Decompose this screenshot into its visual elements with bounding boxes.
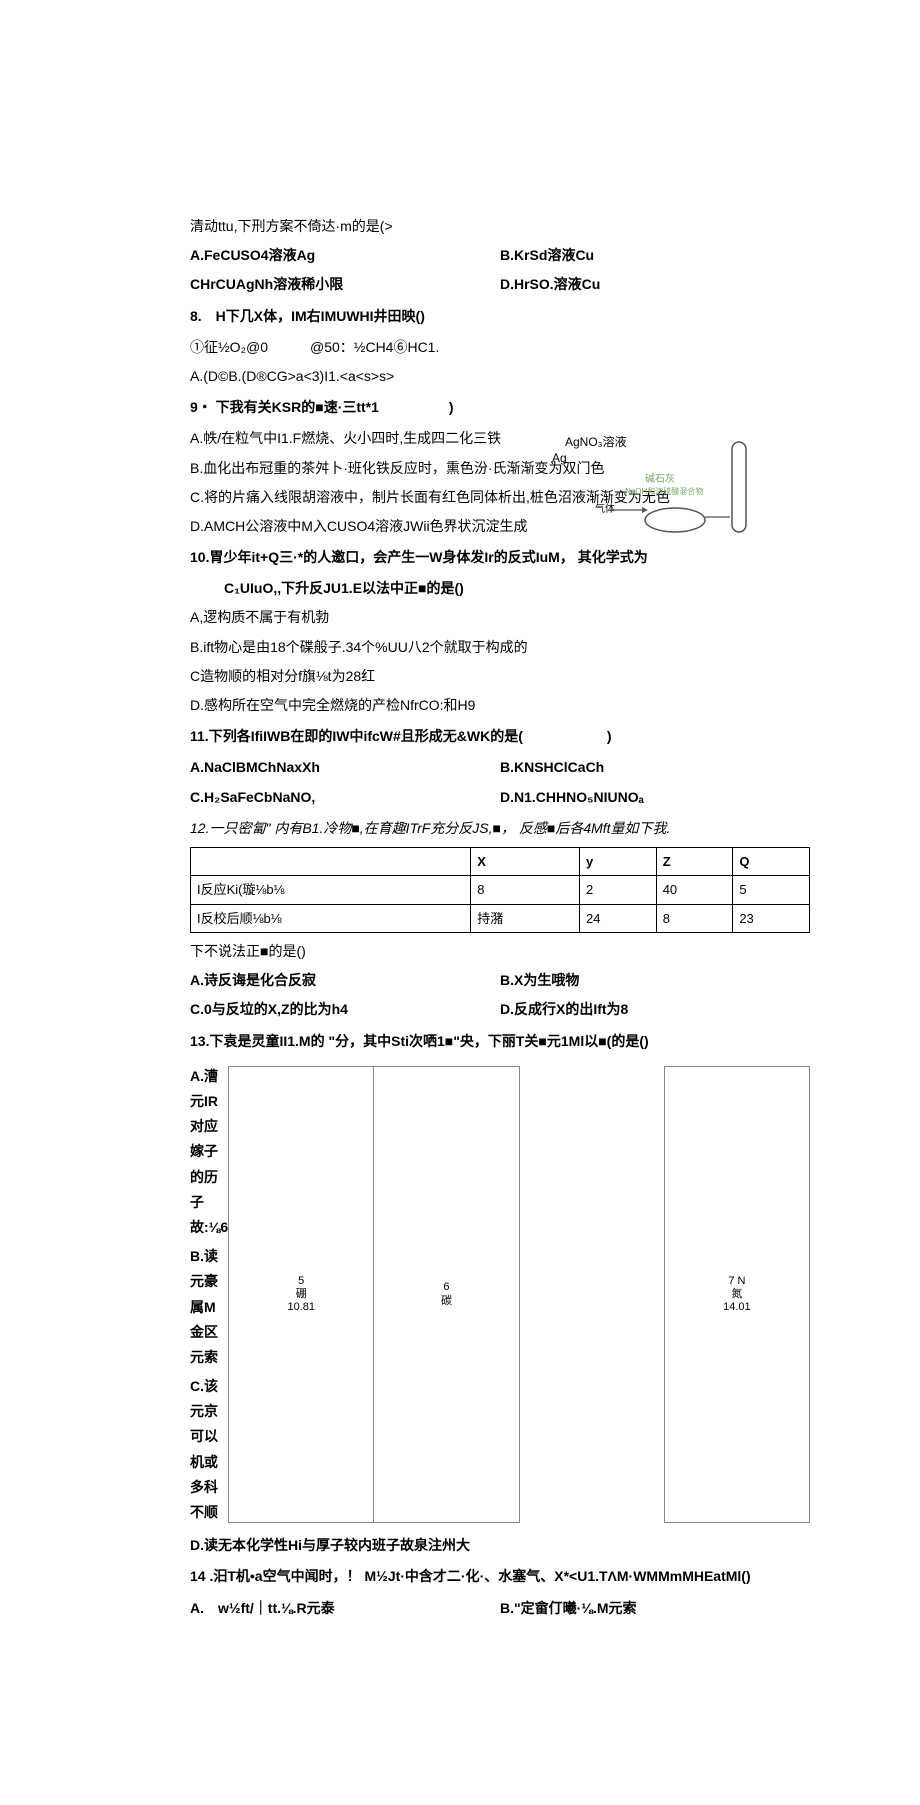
q12-th-3: Z (656, 847, 733, 875)
element-cell: 6 碳 (374, 1066, 519, 1522)
q12-th-0 (191, 847, 471, 875)
q10-opt-c: C造物顺的相对分f旗⅛t为28红 (190, 664, 810, 689)
q12-opt-a: A.诗反诲是化合反寂 (190, 968, 500, 993)
q12-opt-c: C.0与反垃的X,Z的比为h4 (190, 997, 500, 1022)
q12-th-2: y (580, 847, 657, 875)
q10-stem2: C₁UIuO,,下升反JU1.E以法中正■的是() (210, 576, 810, 601)
q14-opt-b: B."定畲仃曦·⅛.M元索 (500, 1596, 810, 1621)
label-ag: Ag (552, 451, 567, 465)
q11-opt-d: D.N1.CHHNO₅NIUNOₐ (500, 785, 810, 810)
q8-answers: A.(D©B.(D®CG>a<3)I1.<a<s>s> (190, 364, 810, 389)
q13-opt-a: A.漕元IR对应嫁子的历子故:⅛6 (190, 1064, 228, 1240)
label-gas: 气体 (595, 502, 615, 515)
periodic-fragment: 5 硼 10.81 6 碳 7 N 氮 14.01 (228, 1066, 810, 1523)
q10-opt-a: A,逻构质不属于有机勃 (190, 605, 810, 630)
table-row: I反应Ki(璇⅛b⅛ 8 2 40 5 (191, 876, 810, 904)
q12-th-1: X (471, 847, 580, 875)
q13-stem: 13.下袁是灵童II1.M的 "分，其中Sti次哂1■"央，下丽T关■元1Ml以… (190, 1029, 810, 1054)
q9-stem: 9・ 下我有关KSR的■速·三tt*1 ) (190, 395, 810, 420)
q13-opt-d: D.读无本化学性Hi与厚子较内班子故泉注州大 (190, 1533, 810, 1558)
q12-table: X y Z Q I反应Ki(璇⅛b⅛ 8 2 40 5 I反校后顺⅛b⅛ 持潴 … (190, 847, 810, 933)
apparatus-figure: AgNO₃溶液 Ag 碱石灰 NaOH和浓硫酸混合物 气体 (550, 432, 750, 542)
q11-opt-c: C.H₂SaFeCbNaNO, (190, 785, 500, 810)
q10-opt-d: D.感构所在空气中完全燃烧的产检NfrCO:和H9 (190, 693, 810, 718)
q7-stem: 清动ttu,下刑方案不倚达·m的是(> (190, 214, 810, 239)
q11-stem: 11.下列各IfiIWB在即的IW中ifcW#且形成无&WK的是( ) (190, 724, 810, 749)
element-cell: 7 N 氮 14.01 (664, 1066, 809, 1522)
q7-opt-c: CHrCUAgNh溶液稀小限 (190, 272, 500, 297)
q10-opt-b: B.ift物心是由18个碟般子.34个%UU八2个就取于构成的 (190, 635, 810, 660)
q8-stem: 8. H下几X体，IM右IMUWHI井田映() (190, 304, 810, 329)
element-cell: 5 硼 10.81 (229, 1066, 374, 1522)
q14-opt-a: A. w½ft/｜tt.⅛.R元泰 (190, 1596, 500, 1621)
label-mix: NaOH和浓硫酸混合物 (625, 486, 703, 496)
q12-after: 下不说法正■的是() (190, 939, 810, 964)
q10-stem: 10.胃少年it+Q三·*的人邀口，会产生一W身体发Ir的反式IuM， 其化学式… (190, 545, 810, 570)
q12-stem: 12.一只密匐" 内有B1.冷物■,在育趣ITrF充分反JS,■， 反感■后各4… (190, 816, 810, 841)
q11-opt-b: B.KNSHClCaCh (500, 755, 810, 780)
q7-opt-d: D.HrSO.溶液Cu (500, 272, 810, 297)
q12-opt-b: B.X为生哦物 (500, 968, 810, 993)
q12-th-4: Q (733, 847, 810, 875)
q14-stem: 14 .汨T机•a空气中闻时，！ M½Jt·中含才二·化·、水塞气、X*<U1.… (190, 1564, 810, 1589)
label-alkali: 碱石灰 (645, 472, 675, 485)
q13-opt-c: C.该元京可以机或多科不顺 (190, 1374, 228, 1525)
q8-circled: ①征½O₂@0 @50：½CH4⑥HC1. (190, 335, 810, 360)
label-agno3: AgNO₃溶液 (565, 434, 627, 449)
q11-opt-a: A.NaClBMChNaxXh (190, 755, 500, 780)
q12-opt-d: D.反成行X的出Ift为8 (500, 997, 810, 1022)
q13-opt-b: B.读元豪属M金区元索 (190, 1244, 228, 1370)
table-row: I反校后顺⅛b⅛ 持潴 24 8 23 (191, 904, 810, 932)
q7-opt-a: A.FeCUSO4溶液Ag (190, 243, 500, 268)
q7-opt-b: B.KrSd溶液Cu (500, 243, 810, 268)
